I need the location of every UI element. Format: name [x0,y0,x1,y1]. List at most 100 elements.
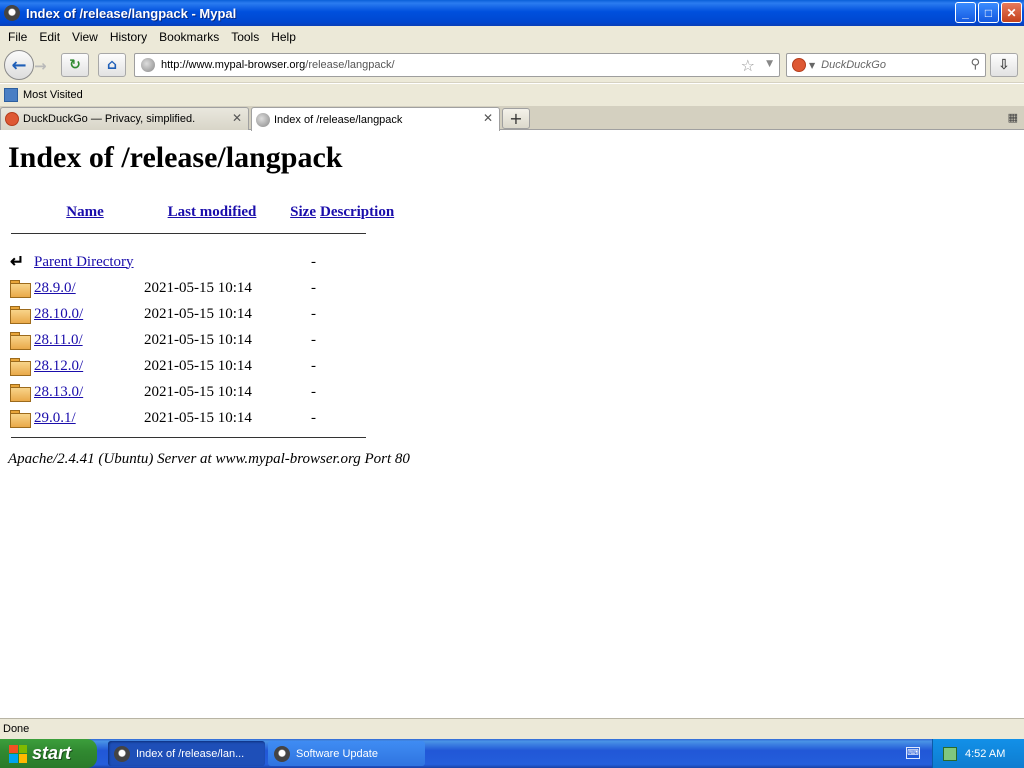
size-cell: - [311,409,316,426]
title-bar[interactable]: Index of /release/langpack - Mypal _ □ ✕ [0,0,1024,26]
tab-duckduckgo[interactable]: DuckDuckGo — Privacy, simplified. ✕ [0,107,249,130]
system-tray: 4:52 AM [932,739,1024,768]
menu-edit[interactable]: Edit [33,30,66,44]
bookmark-star-icon[interactable]: ☆ [741,56,755,75]
most-visited-bookmark[interactable]: Most Visited [23,89,83,101]
download-arrow-icon: ⇩ [998,57,1010,73]
directory-listing: Name Last modified Size Description ↵ Pa… [8,201,396,431]
table-row: 28.9.0/ 2021-05-15 10:14 - [8,275,396,301]
icon-cell [8,353,32,379]
start-label: start [32,743,72,763]
search-icon[interactable]: ⚲ [970,57,980,72]
folder-link[interactable]: 28.9.0/ [34,280,76,296]
modified-column-header[interactable]: Last modified [138,201,286,223]
site-identity-icon[interactable] [141,58,155,72]
name-column-header[interactable]: Name [32,201,138,223]
engine-dropdown-icon[interactable]: ▼ [809,61,815,70]
task-label: Index of /release/lan... [136,747,245,760]
icon-cell [8,301,32,327]
menu-bookmarks[interactable]: Bookmarks [153,30,225,44]
taskbar-item-browser[interactable]: Index of /release/lan... [108,741,265,766]
navigation-toolbar: ← → ↻ ⌂ http://www.mypal-browser.org/rel… [0,47,1024,83]
folder-link[interactable]: 28.10.0/ [34,306,83,322]
description-cell [318,405,396,431]
modified-cell: 2021-05-15 10:14 [144,409,252,426]
table-row: 28.10.0/ 2021-05-15 10:14 - [8,301,396,327]
search-bar[interactable]: ▼ DuckDuckGo ⚲ [786,53,986,77]
name-cell: 28.10.0/ [32,301,138,327]
description-cell [318,379,396,405]
sort-by-modified-link[interactable]: Last modified [168,204,257,220]
close-tab-icon[interactable]: ✕ [483,111,493,125]
folder-icon [10,409,31,428]
size-cell: - [311,331,316,348]
keyboard-icon[interactable]: ⌨ [906,747,920,759]
close-tab-icon[interactable]: ✕ [232,111,242,125]
back-arrow-icon: ← [11,54,27,76]
url-path: /release/langpack/ [305,59,395,71]
size-cell: - [311,279,316,296]
plus-icon: + [509,109,523,128]
icon-cell [8,405,32,431]
table-row: ↵ Parent Directory - [8,249,396,275]
description-cell [318,327,396,353]
modified-cell: 2021-05-15 10:14 [144,331,252,348]
reload-icon: ↻ [69,57,81,73]
forward-button[interactable]: → [34,57,54,75]
menu-help[interactable]: Help [265,30,302,44]
modified-cell: 2021-05-15 10:14 [144,305,252,322]
new-tab-button[interactable]: + [502,108,530,129]
sort-by-size-link[interactable]: Size [290,204,316,220]
description-cell [318,249,396,275]
mypal-app-icon[interactable] [4,5,20,21]
back-button[interactable]: ← [4,50,34,80]
taskbar: start Index of /release/lan... Software … [0,739,1024,768]
sort-by-name-link[interactable]: Name [66,204,104,220]
task-label: Software Update [296,747,378,760]
folder-link[interactable]: 28.13.0/ [34,384,83,400]
parent-directory-link[interactable]: Parent Directory [34,254,134,270]
folder-icon [10,331,31,350]
listing-header-row: Name Last modified Size Description [8,201,396,223]
list-all-tabs-icon[interactable]: ▦ [1008,111,1018,124]
menu-view[interactable]: View [66,30,104,44]
reload-button[interactable]: ↻ [61,53,89,77]
status-bar: Done [0,718,1024,739]
close-button[interactable]: ✕ [1001,2,1022,23]
address-bar[interactable]: http://www.mypal-browser.org/release/lan… [134,53,780,77]
network-icon[interactable] [943,746,957,761]
size-column-header[interactable]: Size [286,201,318,223]
downloads-button[interactable]: ⇩ [990,53,1018,77]
table-row: 28.11.0/ 2021-05-15 10:14 - [8,327,396,353]
menu-file[interactable]: File [2,30,33,44]
folder-link[interactable]: 29.0.1/ [34,410,76,426]
size-cell: - [311,383,316,400]
taskbar-item-software-update[interactable]: Software Update [268,741,425,766]
folder-link[interactable]: 28.11.0/ [34,332,83,348]
url-dropdown-icon[interactable]: ▼ [766,59,773,69]
url-text[interactable]: http://www.mypal-browser.org/release/lan… [161,59,395,71]
start-button[interactable]: start [0,739,97,768]
forward-arrow-icon: → [34,57,47,75]
menu-tools[interactable]: Tools [225,30,265,44]
name-cell: 28.11.0/ [32,327,138,353]
table-row: 29.0.1/ 2021-05-15 10:14 - [8,405,396,431]
minimize-button[interactable]: _ [955,2,976,23]
sort-by-description-link[interactable]: Description [320,204,394,220]
maximize-button[interactable]: □ [978,2,999,23]
size-cell: - [311,357,316,374]
home-button[interactable]: ⌂ [98,53,126,77]
modified-cell: 2021-05-15 10:14 [144,279,252,296]
tab-label: Index of /release/langpack [274,113,403,126]
name-cell: 28.12.0/ [32,353,138,379]
table-row: 28.13.0/ 2021-05-15 10:14 - [8,379,396,405]
folder-link[interactable]: 28.12.0/ [34,358,83,374]
page-content: Index of /release/langpack Name Last mod… [0,131,1024,717]
menu-history[interactable]: History [104,30,153,44]
duckduckgo-icon[interactable] [792,58,806,72]
clock[interactable]: 4:52 AM [965,748,1005,760]
server-signature: Apache/2.4.41 (Ubuntu) Server at www.myp… [8,451,410,467]
description-column-header[interactable]: Description [318,201,396,223]
duckduckgo-icon [5,112,19,126]
tab-index-langpack[interactable]: Index of /release/langpack ✕ [251,107,500,131]
